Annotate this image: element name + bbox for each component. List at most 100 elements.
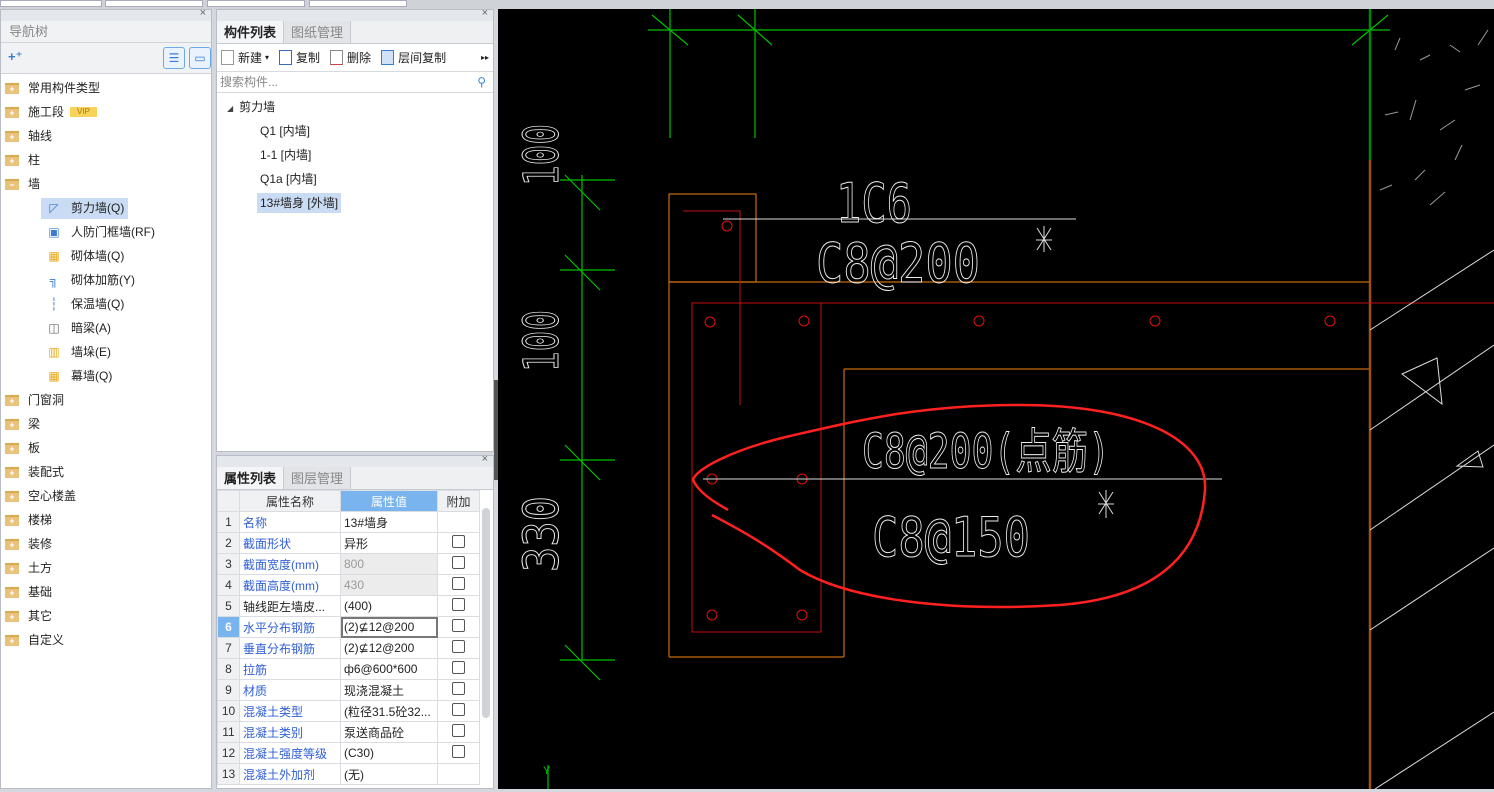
property-row[interactable]: 5 轴线距左墙皮... (400)	[217, 595, 480, 617]
more-icon[interactable]: ▸▸	[481, 53, 489, 62]
extra-checkbox[interactable]	[452, 745, 465, 758]
search-icon[interactable]: ⚲	[477, 72, 486, 93]
floor-copy-button[interactable]: 层间复制	[381, 49, 446, 66]
extra-checkbox[interactable]	[452, 682, 465, 695]
property-row[interactable]: 3 截面宽度(mm) 800	[217, 553, 480, 575]
folder-icon[interactable]: +	[5, 154, 19, 166]
extra-checkbox[interactable]	[452, 661, 465, 674]
nav-item[interactable]: + 施工段 VIP	[1, 100, 211, 124]
nav-subitem[interactable]: ▥ 墙垛(E)	[41, 342, 115, 363]
nav-subitem[interactable]: ◫ 暗梁(A)	[41, 318, 115, 339]
folder-icon[interactable]: +	[5, 586, 19, 598]
nav-item[interactable]: + 常用构件类型	[1, 76, 211, 100]
component-item[interactable]: Q1 [内墙]	[257, 121, 313, 141]
extra-checkbox[interactable]	[452, 556, 465, 569]
property-value[interactable]: (无)	[340, 763, 438, 785]
extra-checkbox[interactable]	[452, 703, 465, 716]
folder-icon[interactable]: +	[5, 538, 19, 550]
nav-item[interactable]: + 门窗洞	[1, 388, 211, 412]
property-value[interactable]: (2)⊈12@200	[340, 616, 438, 638]
nav-item[interactable]: − 墙	[1, 172, 211, 196]
property-value[interactable]: 800	[340, 553, 438, 575]
cad-drawing-canvas[interactable]: Y 1C6 C8@200 C8@200(点筋) C8@150 100 100 3…	[498, 9, 1494, 790]
close-icon[interactable]: ×	[482, 7, 488, 19]
property-row[interactable]: 13 混凝土外加剂 (无)	[217, 763, 480, 785]
nav-item[interactable]: + 楼梯	[1, 508, 211, 532]
close-icon[interactable]: ×	[200, 7, 206, 19]
property-value[interactable]: 现浇混凝土	[340, 679, 438, 701]
nav-subitem[interactable]: ╗ 砌体加筋(Y)	[41, 270, 139, 291]
property-value[interactable]: 异形	[340, 532, 438, 554]
nav-item[interactable]: + 板	[1, 436, 211, 460]
delete-button[interactable]: 删除	[330, 49, 371, 66]
folder-icon[interactable]: +	[5, 514, 19, 526]
extra-checkbox[interactable]	[452, 724, 465, 737]
new-button[interactable]: 新建 ▾	[221, 49, 269, 66]
toolbar-field[interactable]	[105, 0, 203, 7]
folder-icon[interactable]: +	[5, 82, 19, 94]
nav-item[interactable]: + 装修	[1, 532, 211, 556]
header-property-value[interactable]: 属性值	[340, 490, 438, 512]
property-value[interactable]: (C30)	[340, 742, 438, 764]
tab-component-list[interactable]: 构件列表	[217, 21, 285, 43]
extra-checkbox[interactable]	[452, 640, 465, 653]
component-item[interactable]: 1-1 [内墙]	[257, 145, 314, 165]
property-row[interactable]: 1 名称 13#墙身	[217, 511, 480, 533]
folder-icon[interactable]: +	[5, 418, 19, 430]
extra-checkbox[interactable]	[452, 598, 465, 611]
nav-subitem[interactable]: ◸ 剪力墙(Q)	[41, 197, 129, 219]
property-value[interactable]: (粒径31.5砼32...	[340, 700, 438, 722]
property-value[interactable]: 430	[340, 574, 438, 596]
nav-item[interactable]: + 空心楼盖	[1, 484, 211, 508]
header-property-name[interactable]: 属性名称	[239, 490, 341, 512]
nav-item[interactable]: + 梁	[1, 412, 211, 436]
nav-item[interactable]: + 柱	[1, 148, 211, 172]
property-value[interactable]: 泵送商品砼	[340, 721, 438, 743]
folder-icon[interactable]: +	[5, 634, 19, 646]
folder-icon[interactable]: +	[5, 130, 19, 142]
folder-icon[interactable]: +	[5, 466, 19, 478]
property-row[interactable]: 2 截面形状 异形	[217, 532, 480, 554]
nav-item[interactable]: + 土方	[1, 556, 211, 580]
property-row[interactable]: 12 混凝土强度等级 (C30)	[217, 742, 480, 764]
property-value[interactable]: 13#墙身	[340, 511, 438, 533]
chevron-down-icon[interactable]: ▾	[265, 53, 269, 62]
property-row[interactable]: 6 水平分布钢筋 (2)⊈12@200	[217, 616, 480, 638]
scrollbar[interactable]	[482, 508, 490, 718]
toolbar-field[interactable]	[309, 0, 407, 7]
property-row[interactable]: 11 混凝土类别 泵送商品砼	[217, 721, 480, 743]
folder-icon[interactable]: +	[5, 106, 19, 118]
property-row[interactable]: 10 混凝土类型 (粒径31.5砼32...	[217, 700, 480, 722]
tab-drawing-management[interactable]: 图纸管理	[284, 21, 352, 43]
property-row[interactable]: 9 材质 现浇混凝土	[217, 679, 480, 701]
property-value[interactable]: (400)	[340, 595, 438, 617]
nav-subitem[interactable]: ┆ 保温墙(Q)	[41, 294, 128, 315]
nav-subitem[interactable]: ▣ 人防门框墙(RF)	[41, 222, 159, 243]
folder-icon[interactable]: +	[5, 442, 19, 454]
nav-item[interactable]: + 自定义	[1, 628, 211, 652]
property-row[interactable]: 8 拉筋 ф6@600*600	[217, 658, 480, 680]
component-item[interactable]: 13#墙身 [外墙]	[257, 193, 342, 213]
toolbar-field[interactable]	[207, 0, 305, 7]
list-view-icon[interactable]: ☰	[163, 47, 185, 69]
property-row[interactable]: 4 截面高度(mm) 430	[217, 574, 480, 596]
component-item[interactable]: Q1a [内墙]	[257, 169, 320, 189]
component-search-input[interactable]: 搜索构件... ⚲	[217, 72, 493, 93]
tab-layer-management[interactable]: 图层管理	[284, 467, 352, 489]
folder-icon[interactable]: +	[5, 490, 19, 502]
folder-icon[interactable]: +	[5, 610, 19, 622]
header-extra[interactable]: 附加	[437, 490, 480, 512]
nav-item[interactable]: + 装配式	[1, 460, 211, 484]
extra-checkbox[interactable]	[452, 535, 465, 548]
folder-open-icon[interactable]: −	[5, 178, 19, 190]
folder-icon[interactable]: +	[5, 562, 19, 574]
add-icon[interactable]: +⁺	[8, 49, 22, 65]
property-value[interactable]: (2)⊈12@200	[340, 637, 438, 659]
nav-item[interactable]: + 轴线	[1, 124, 211, 148]
tab-property-list[interactable]: 属性列表	[217, 467, 285, 489]
window-view-icon[interactable]: ▭	[189, 47, 211, 69]
property-value[interactable]: ф6@600*600	[340, 658, 438, 680]
nav-subitem[interactable]: ▦ 幕墙(Q)	[41, 366, 116, 387]
copy-button[interactable]: 复制	[279, 49, 320, 66]
nav-subitem[interactable]: ▦ 砌体墙(Q)	[41, 246, 128, 267]
